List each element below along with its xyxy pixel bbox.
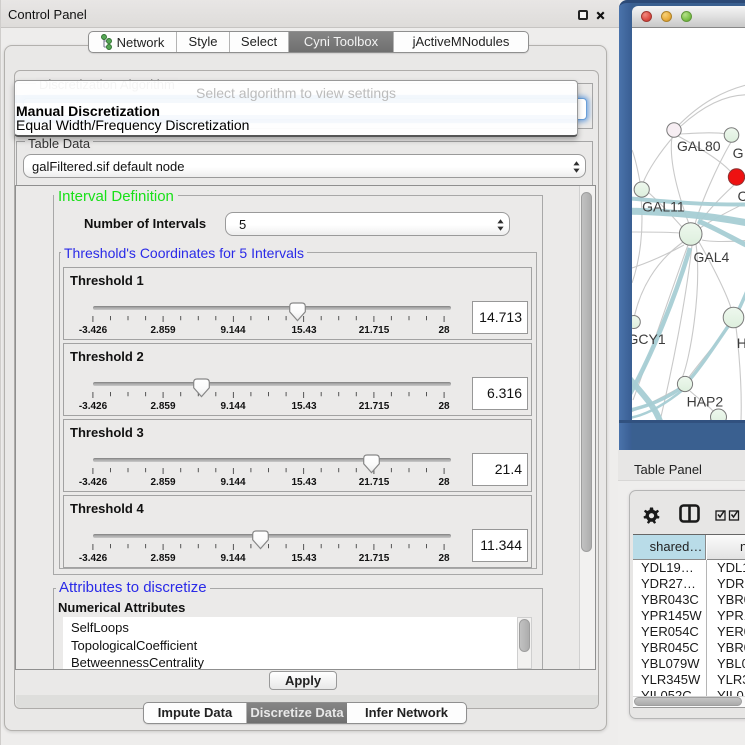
svg-text:GAL4: GAL4 bbox=[694, 249, 730, 265]
svg-text:GAL11: GAL11 bbox=[642, 199, 685, 215]
svg-text:GCY1: GCY1 bbox=[632, 331, 666, 347]
svg-text:H: H bbox=[737, 335, 745, 351]
svg-text:C: C bbox=[738, 188, 745, 204]
svg-text:HAP2: HAP2 bbox=[687, 394, 724, 410]
svg-text:G: G bbox=[733, 145, 744, 161]
svg-text:GAL80: GAL80 bbox=[677, 138, 721, 154]
